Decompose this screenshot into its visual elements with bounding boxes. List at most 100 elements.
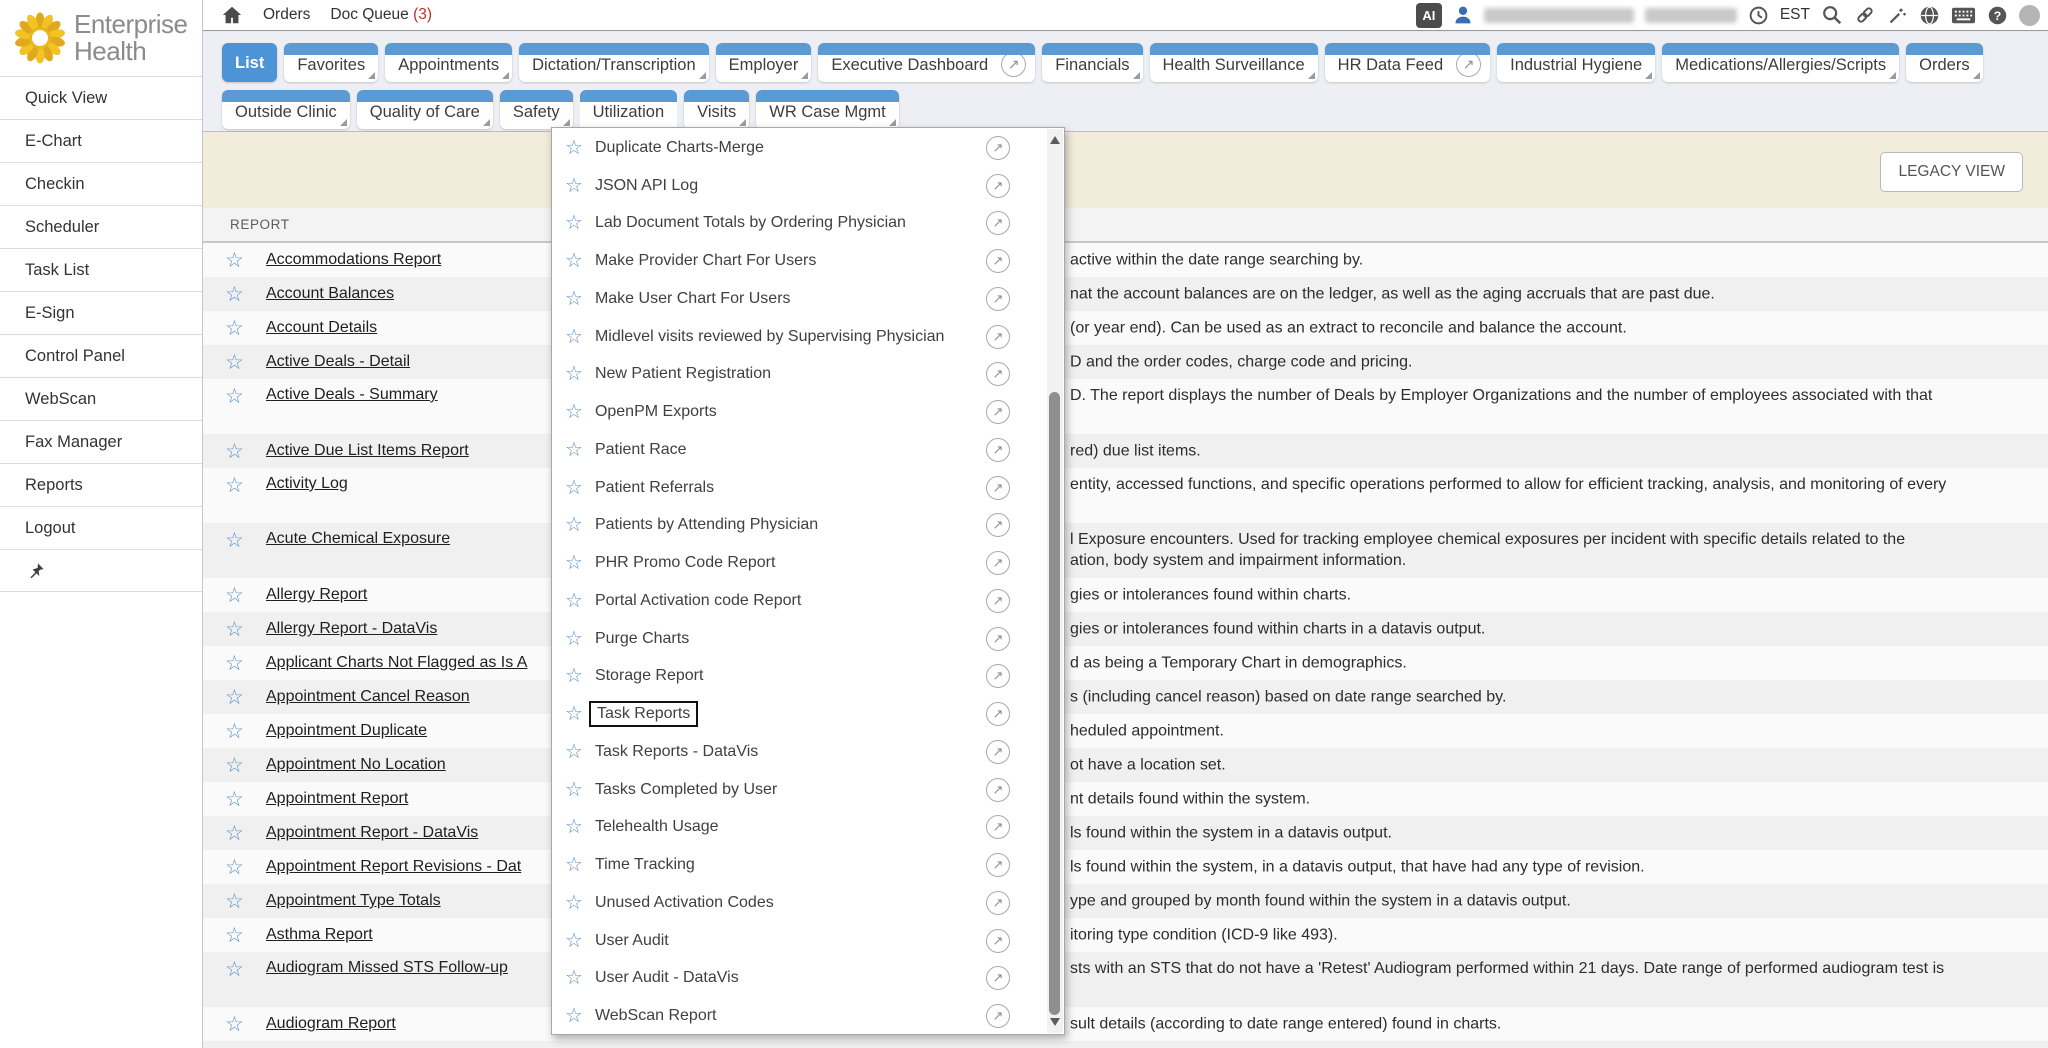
tab-outside-clinic[interactable]: Outside Clinic ↗	[222, 90, 350, 129]
open-in-new-icon[interactable]: ↗	[986, 815, 1010, 839]
report-link[interactable]: Appointment Report	[266, 790, 408, 808]
favorite-star-icon[interactable]: ☆	[225, 352, 251, 373]
sidebar-item-e-sign[interactable]: E-Sign	[0, 292, 202, 335]
favorite-star-icon[interactable]: ☆	[565, 402, 583, 422]
favorite-star-icon[interactable]: ☆	[225, 687, 251, 708]
tab-executive-dashboard[interactable]: Executive Dashboard ↗	[818, 43, 1035, 82]
dropdown-item-user-audit[interactable]: ☆ User Audit ↗	[552, 922, 1046, 960]
report-link[interactable]: Allergy Report	[266, 586, 367, 604]
dropdown-item-portal-activation-code-report[interactable]: ☆ Portal Activation code Report ↗	[552, 582, 1046, 620]
report-link[interactable]: Active Deals - Summary	[266, 386, 438, 404]
favorite-star-icon[interactable]: ☆	[225, 823, 251, 844]
report-link[interactable]: Account Details	[266, 319, 377, 337]
favorite-star-icon[interactable]: ☆	[565, 440, 583, 460]
favorite-star-icon[interactable]: ☆	[225, 857, 251, 878]
report-link[interactable]: Accommodations Report	[266, 251, 441, 269]
open-in-new-icon[interactable]: ↗	[986, 174, 1010, 198]
report-link[interactable]: Active Due List Items Report	[266, 442, 469, 460]
favorite-star-icon[interactable]: ☆	[565, 213, 583, 233]
open-in-new-icon[interactable]: ↗	[986, 664, 1010, 688]
dropdown-item-make-user-chart-for-users[interactable]: ☆ Make User Chart For Users ↗	[552, 280, 1046, 318]
orders-link[interactable]: Orders	[263, 6, 310, 24]
open-in-new-icon[interactable]: ↗	[986, 891, 1010, 915]
dropdown-item-phr-promo-code-report[interactable]: ☆ PHR Promo Code Report ↗	[552, 544, 1046, 582]
scroll-up-arrow-icon[interactable]	[1050, 136, 1060, 144]
dropdown-item-tasks-completed-by-user[interactable]: ☆ Tasks Completed by User ↗	[552, 771, 1046, 809]
user-icon[interactable]	[1453, 5, 1473, 25]
ai-badge[interactable]: AI	[1416, 3, 1442, 28]
favorite-star-icon[interactable]: ☆	[225, 475, 251, 496]
scroll-down-arrow-icon[interactable]	[1050, 1018, 1060, 1026]
favorite-star-icon[interactable]: ☆	[565, 289, 583, 309]
favorite-star-icon[interactable]: ☆	[225, 284, 251, 305]
tab-list[interactable]: List ↗	[222, 43, 277, 82]
favorite-star-icon[interactable]: ☆	[565, 931, 583, 951]
dropdown-item-storage-report[interactable]: ☆ Storage Report ↗	[552, 658, 1046, 696]
sidebar-item-logout[interactable]: Logout	[0, 507, 202, 550]
dropdown-item-make-provider-chart-for-users[interactable]: ☆ Make Provider Chart For Users ↗	[552, 242, 1046, 280]
search-icon[interactable]	[1821, 4, 1843, 26]
dropdown-item-time-tracking[interactable]: ☆ Time Tracking ↗	[552, 846, 1046, 884]
favorite-star-icon[interactable]: ☆	[565, 742, 583, 762]
favorite-star-icon[interactable]: ☆	[565, 817, 583, 837]
dropdown-item-user-audit-datavis[interactable]: ☆ User Audit - DataVis ↗	[552, 960, 1046, 998]
favorite-star-icon[interactable]: ☆	[565, 176, 583, 196]
report-link[interactable]: Appointment No Location	[266, 756, 446, 774]
doc-queue-link[interactable]: Doc Queue (3)	[330, 6, 432, 24]
report-link[interactable]: Appointment Duplicate	[266, 722, 427, 740]
report-link[interactable]: Active Deals - Detail	[266, 353, 410, 371]
favorite-star-icon[interactable]: ☆	[225, 789, 251, 810]
open-in-new-icon[interactable]: ↗	[986, 476, 1010, 500]
report-link[interactable]: Asthma Report	[266, 926, 373, 944]
wand-icon[interactable]	[1887, 5, 1908, 26]
open-in-new-icon[interactable]: ↗	[986, 136, 1010, 160]
favorite-star-icon[interactable]: ☆	[225, 721, 251, 742]
tab-hr-data-feed[interactable]: HR Data Feed ↗	[1325, 43, 1490, 82]
favorite-star-icon[interactable]: ☆	[565, 327, 583, 347]
tab-dictation-transcription[interactable]: Dictation/Transcription ↗	[519, 43, 709, 82]
favorite-star-icon[interactable]: ☆	[565, 780, 583, 800]
pushpin-icon[interactable]	[28, 562, 45, 579]
favorite-star-icon[interactable]: ☆	[225, 530, 251, 551]
favorite-star-icon[interactable]: ☆	[565, 478, 583, 498]
open-in-new-icon[interactable]: ↗	[986, 966, 1010, 990]
sidebar-item-scheduler[interactable]: Scheduler	[0, 206, 202, 249]
dropdown-item-midlevel-visits-reviewed-by-supervising-physician[interactable]: ☆ Midlevel visits reviewed by Supervisin…	[552, 318, 1046, 356]
tab-quality-of-care[interactable]: Quality of Care ↗	[357, 90, 493, 129]
open-in-new-icon[interactable]: ↗	[986, 211, 1010, 235]
favorite-star-icon[interactable]: ☆	[225, 891, 251, 912]
favorite-star-icon[interactable]: ☆	[565, 364, 583, 384]
favorite-star-icon[interactable]: ☆	[225, 585, 251, 606]
tab-orders[interactable]: Orders ↗	[1906, 43, 1982, 82]
open-in-new-icon[interactable]: ↗	[986, 325, 1010, 349]
favorite-star-icon[interactable]: ☆	[225, 1014, 251, 1035]
dropdown-item-lab-document-totals-by-ordering-physician[interactable]: ☆ Lab Document Totals by Ordering Physic…	[552, 205, 1046, 243]
favorite-star-icon[interactable]: ☆	[225, 441, 251, 462]
sidebar-item-checkin[interactable]: Checkin	[0, 163, 202, 206]
sidebar-item-reports[interactable]: Reports	[0, 464, 202, 507]
tab-health-surveillance[interactable]: Health Surveillance ↗	[1150, 43, 1318, 82]
tab-utilization[interactable]: Utilization ↗	[580, 90, 678, 129]
open-in-new-icon[interactable]: ↗	[986, 1004, 1010, 1028]
favorite-star-icon[interactable]: ☆	[565, 251, 583, 271]
open-in-new-icon[interactable]: ↗	[986, 287, 1010, 311]
favorite-star-icon[interactable]: ☆	[225, 619, 251, 640]
keyboard-icon[interactable]	[1951, 6, 1976, 25]
favorite-star-icon[interactable]: ☆	[225, 959, 251, 980]
report-link[interactable]: Appointment Report - DataVis	[266, 824, 478, 842]
dropdown-item-unused-activation-codes[interactable]: ☆ Unused Activation Codes ↗	[552, 884, 1046, 922]
favorite-star-icon[interactable]: ☆	[225, 925, 251, 946]
favorite-star-icon[interactable]: ☆	[565, 666, 583, 686]
favorite-star-icon[interactable]: ☆	[565, 553, 583, 573]
dropdown-item-task-reports-datavis[interactable]: ☆ Task Reports - DataVis ↗	[552, 733, 1046, 771]
report-link[interactable]: Activity Log	[266, 475, 348, 493]
dropdown-item-purge-charts[interactable]: ☆ Purge Charts ↗	[552, 620, 1046, 658]
favorite-star-icon[interactable]: ☆	[565, 591, 583, 611]
open-in-new-icon[interactable]: ↗	[1456, 52, 1481, 77]
open-in-new-icon[interactable]: ↗	[986, 589, 1010, 613]
dropdown-item-new-patient-registration[interactable]: ☆ New Patient Registration ↗	[552, 356, 1046, 394]
tab-visits[interactable]: Visits ↗	[684, 90, 749, 129]
favorite-star-icon[interactable]: ☆	[565, 968, 583, 988]
tab-safety[interactable]: Safety ↗	[500, 90, 573, 129]
dropdown-item-task-reports[interactable]: ☆ Task Reports ↗	[552, 695, 1046, 733]
